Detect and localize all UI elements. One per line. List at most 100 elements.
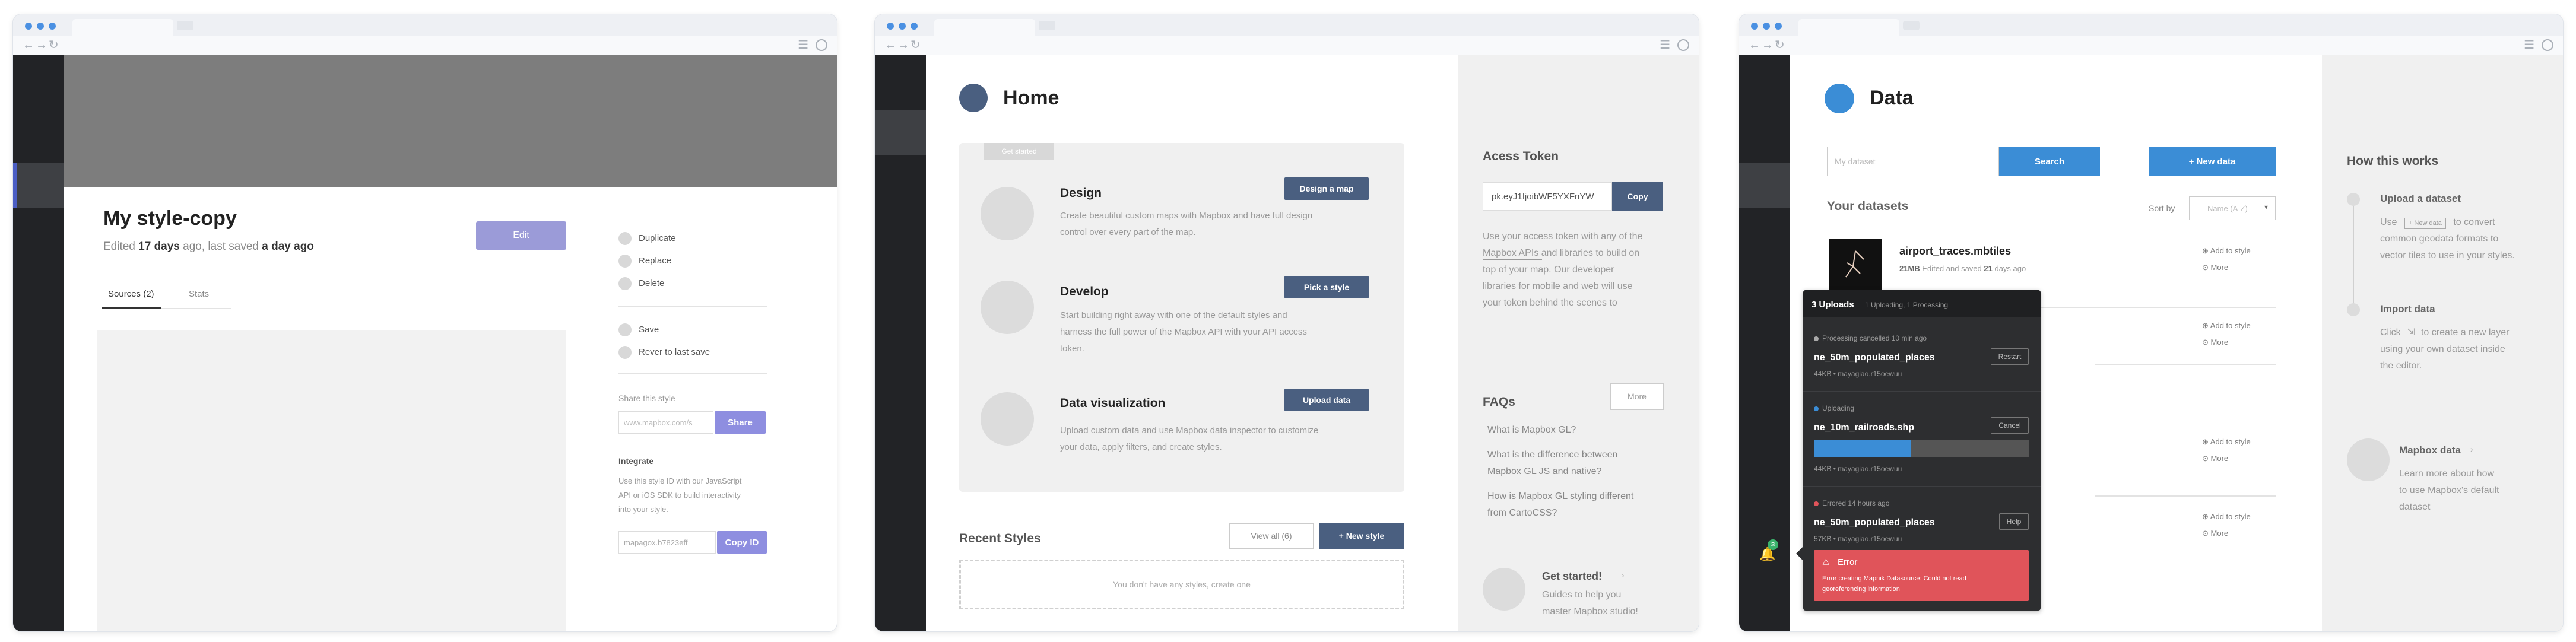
empty-styles-placeholder[interactable]: You don't have any styles, create one	[959, 560, 1404, 609]
page-content: 🔔 3 Data My dataset Search + New data Yo…	[1739, 55, 2563, 631]
upload-data-button[interactable]: Upload data	[1284, 389, 1369, 411]
revert-action[interactable]: Rever to last save	[639, 347, 710, 358]
data-viz-title: Data visualization	[1060, 396, 1166, 410]
new-tab-button[interactable]	[177, 21, 193, 30]
sidebar-item-selected[interactable]	[1739, 163, 1790, 208]
more-2[interactable]: ⊙ More	[2202, 338, 2228, 347]
share-button[interactable]: Share	[715, 411, 766, 434]
token-field[interactable]: pk.eyJ1IjoibWF5YXFnYW	[1483, 182, 1612, 211]
dataset-search-input[interactable]: My dataset	[1827, 147, 1999, 176]
browser-tab[interactable]	[934, 19, 1035, 36]
chevron-right-icon[interactable]: ›	[2470, 444, 2473, 455]
data-viz-desc-1: Upload custom data and use Mapbox data i…	[1060, 425, 1319, 436]
get-started-illustration	[1483, 568, 1525, 611]
maximize-dot[interactable]	[911, 23, 918, 30]
step-1-title: Upload a dataset	[2380, 193, 2461, 204]
new-style-button[interactable]: + New style	[1319, 523, 1404, 549]
maximize-dot[interactable]	[1775, 23, 1782, 30]
reload-icon[interactable]: ↻	[1775, 38, 1785, 52]
error-box: ⚠ Error Error creating Mapnik Datasource…	[1814, 550, 2029, 601]
reload-icon[interactable]: ↻	[49, 38, 59, 52]
sidebar	[13, 55, 64, 631]
view-all-button[interactable]: View all (6)	[1229, 523, 1314, 549]
pick-a-style-button[interactable]: Pick a style	[1284, 276, 1369, 298]
back-arrow-icon[interactable]: ←	[23, 38, 34, 52]
forward-arrow-icon[interactable]: →	[36, 38, 47, 52]
sidebar-item-selected[interactable]	[875, 110, 926, 155]
tab-stats[interactable]: Stats	[189, 289, 209, 300]
revert-icon	[618, 346, 632, 359]
copy-token-button[interactable]: Copy	[1612, 182, 1663, 211]
upload-progress-fill	[1814, 440, 1911, 457]
style-id-field[interactable]: mapagox.b7823eff	[618, 531, 716, 554]
maximize-dot[interactable]	[49, 23, 56, 30]
faq-item-3b[interactable]: from CartoCSS?	[1487, 507, 1557, 519]
dataset-thumbnail[interactable]	[1829, 239, 1882, 291]
how-it-works-rail: How this works Upload a dataset Use + Ne…	[2322, 55, 2563, 631]
upload-3-meta: 57KB • mayagiao.r15oewuu	[1814, 535, 1902, 543]
close-dot[interactable]	[25, 23, 32, 30]
more-3[interactable]: ⊙ More	[2202, 454, 2228, 463]
dataset-name[interactable]: airport_traces.mbtiles	[1899, 245, 2011, 258]
save-divider	[618, 373, 767, 374]
new-tab-button[interactable]	[1903, 21, 1920, 30]
faq-more-button[interactable]: More	[1610, 383, 1664, 410]
hamburger-menu-icon[interactable]: ☰	[798, 39, 808, 52]
faq-item-1[interactable]: What is Mapbox GL?	[1487, 424, 1576, 436]
new-data-button[interactable]: + New data	[2149, 147, 2276, 176]
faq-item-3[interactable]: How is Mapbox GL styling different	[1487, 491, 1633, 502]
user-icon[interactable]	[1677, 39, 1689, 51]
reload-icon[interactable]: ↻	[911, 38, 921, 52]
add-to-style-3[interactable]: ⊕ Add to style	[2202, 437, 2251, 447]
chevron-right-icon[interactable]: ›	[1622, 570, 1625, 580]
duplicate-action[interactable]: Duplicate	[639, 233, 676, 244]
share-url-input[interactable]: www.mapbox.com/s	[618, 411, 713, 434]
add-to-style-4[interactable]: ⊕ Add to style	[2202, 512, 2251, 522]
restart-button[interactable]: Restart	[1991, 348, 2029, 365]
mapbox-data-title[interactable]: Mapbox data	[2399, 444, 2461, 456]
faq-item-2b[interactable]: Mapbox GL JS and native?	[1487, 466, 1601, 477]
cancel-button[interactable]: Cancel	[1991, 417, 2029, 434]
tab-sources[interactable]: Sources (2)	[108, 289, 154, 300]
design-a-map-button[interactable]: Design a map	[1284, 177, 1369, 200]
sidebar-item-selected[interactable]	[13, 163, 64, 208]
back-arrow-icon[interactable]: ←	[884, 38, 896, 52]
browser-tab[interactable]	[1798, 19, 1899, 36]
minimize-dot[interactable]	[37, 23, 44, 30]
minimize-dot[interactable]	[899, 23, 906, 30]
token-desc-5: your token behind the scenes to	[1483, 298, 1617, 308]
edit-button[interactable]: Edit	[476, 221, 566, 250]
close-dot[interactable]	[887, 23, 894, 30]
hamburger-menu-icon[interactable]: ☰	[2524, 39, 2534, 52]
minimize-dot[interactable]	[1763, 23, 1770, 30]
add-to-style-2[interactable]: ⊕ Add to style	[2202, 321, 2251, 330]
user-icon[interactable]	[2542, 39, 2553, 51]
forward-arrow-icon[interactable]: →	[897, 38, 909, 52]
copy-id-button[interactable]: Copy ID	[717, 531, 767, 554]
more-1[interactable]: ⊙ More	[2202, 263, 2228, 272]
integrate-line-1: Use this style ID with our JavaScript	[618, 476, 742, 485]
save-action[interactable]: Save	[639, 325, 659, 335]
replace-action[interactable]: Replace	[639, 256, 671, 266]
more-4[interactable]: ⊙ More	[2202, 529, 2228, 538]
back-arrow-icon[interactable]: ←	[1749, 38, 1760, 52]
delete-action[interactable]: Delete	[639, 278, 664, 289]
close-dot[interactable]	[1751, 23, 1758, 30]
mapbox-data-line-3: dataset	[2399, 502, 2431, 512]
forward-arrow-icon[interactable]: →	[1762, 38, 1774, 52]
design-desc-1: Create beautiful custom maps with Mapbox…	[1060, 211, 1313, 221]
hamburger-menu-icon[interactable]: ☰	[1660, 39, 1670, 52]
search-button[interactable]: Search	[1999, 147, 2100, 176]
new-data-chip[interactable]: + New data	[2404, 218, 2446, 230]
add-to-style-1[interactable]: ⊕ Add to style	[2202, 246, 2251, 256]
sort-select[interactable]: Name (A-Z) ▾	[2189, 196, 2276, 220]
mapbox-apis-link[interactable]	[1483, 259, 1542, 260]
help-button[interactable]: Help	[1999, 513, 2029, 530]
browser-tab[interactable]	[72, 19, 173, 36]
user-icon[interactable]	[816, 39, 827, 51]
actions-divider	[618, 306, 767, 307]
faq-item-2[interactable]: What is the difference between	[1487, 449, 1617, 460]
page-title: My style-copy	[103, 207, 237, 230]
new-tab-button[interactable]	[1039, 21, 1055, 30]
get-started-badge: Get started	[984, 143, 1054, 160]
